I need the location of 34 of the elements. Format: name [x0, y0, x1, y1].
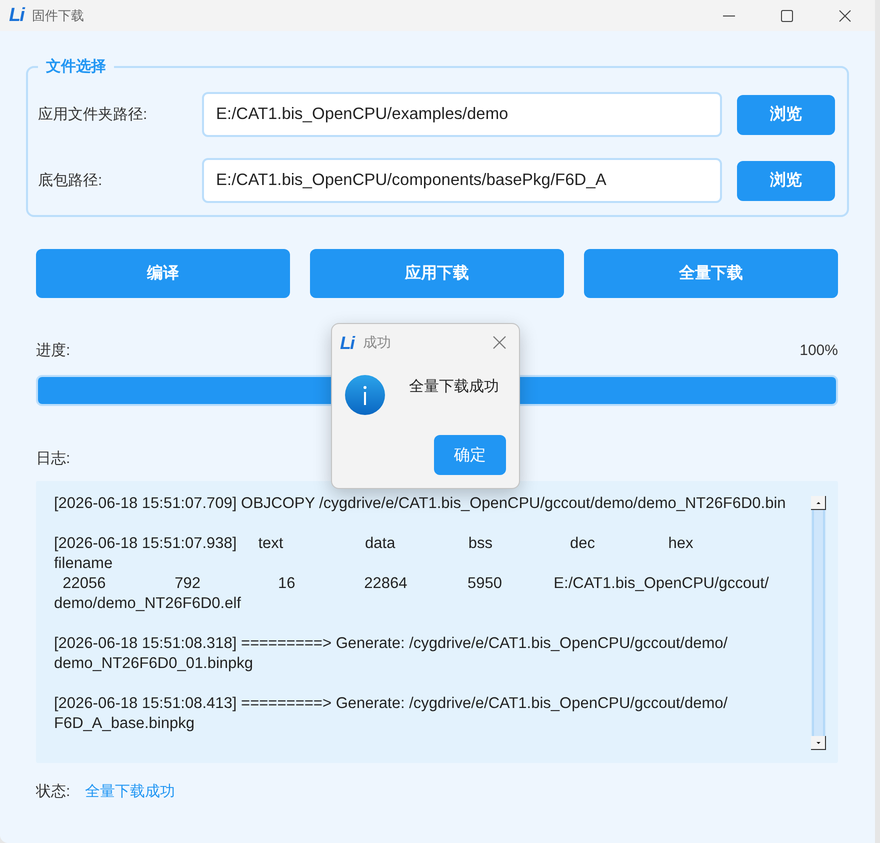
- browse-button[interactable]: 浏览: [737, 160, 835, 200]
- scrollbar-thumb[interactable]: [812, 510, 825, 736]
- app-logo: Li: [9, 6, 24, 25]
- log-entry: [2026-06-18 15:51:08.413] =========> Generate: /cygdrive/e/CAT1.bis_OpenCPU/gccout/demo/ F6D_A_base.binpkg: [54, 694, 729, 734]
- scroll-up-button[interactable]: [811, 496, 826, 510]
- ok-button[interactable]: 确定: [434, 435, 506, 475]
- path-field[interactable]: E:/CAT1.bis_OpenCPU/examples/demo: [202, 92, 722, 137]
- browse-button[interactable]: 浏览: [737, 94, 835, 134]
- scrollbar[interactable]: [811, 496, 826, 750]
- window-title: 固件下载: [32, 6, 84, 24]
- log-entry: [2026-06-18 15:51:07.709] OBJCOPY /cygdrive/e/CAT1.bis_OpenCPU/gccout/demo/demo_NT26F6D0.bin: [54, 494, 787, 514]
- dialog-title: 成功: [363, 334, 391, 352]
- status-label: 状态:: [36, 782, 70, 802]
- log-entry: [2026-06-18 15:51:07.938] text data bss dec hex filename 22056 792 16 22864 5950 E:/CAT1.bis_OpenCPU/gccout/ demo/demo_NT26F6D0.elf: [54, 534, 770, 614]
- group-legend: 文件选择: [38, 57, 114, 77]
- maximize-icon[interactable]: [781, 10, 793, 22]
- progress-reading: 100%: [800, 341, 838, 361]
- action-button[interactable]: 全量下载: [584, 249, 838, 298]
- info-icon: [345, 375, 385, 415]
- action-button[interactable]: 编译: [36, 249, 290, 298]
- dialog-message: 全量下载成功: [409, 377, 499, 397]
- minimize-icon[interactable]: [723, 14, 735, 16]
- status-value: 全量下载成功: [85, 782, 176, 802]
- log-label: 日志:: [36, 450, 70, 467]
- field-label: 底包路径:: [38, 171, 104, 190]
- scroll-down-button[interactable]: [811, 736, 826, 750]
- action-button[interactable]: 应用下载: [310, 249, 564, 298]
- log-entry: [2026-06-18 15:51:08.318] =========> Generate: /cygdrive/e/CAT1.bis_OpenCPU/gccout/demo/ demo_NT26F6D0_01.binpkg: [54, 634, 729, 674]
- close-icon[interactable]: [839, 10, 851, 22]
- path-field[interactable]: E:/CAT1.bis_OpenCPU/components/basePkg/F6D_A: [202, 158, 722, 203]
- field-label: 应用文件夹路径:: [38, 105, 148, 124]
- app-logo: Li: [340, 334, 354, 352]
- close-icon[interactable]: [493, 336, 506, 349]
- progress-label: 进度:: [36, 341, 70, 361]
